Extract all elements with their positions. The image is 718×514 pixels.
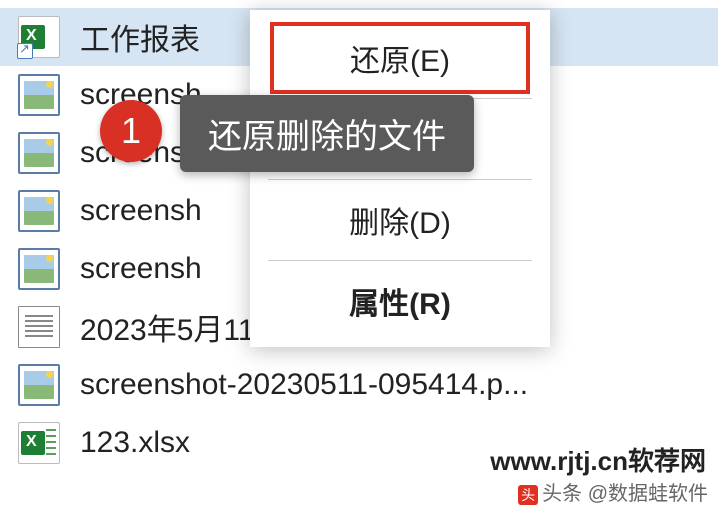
text-file-icon bbox=[18, 306, 60, 348]
image-file-icon bbox=[18, 364, 60, 406]
file-name: screensh bbox=[80, 194, 202, 228]
menu-item-delete[interactable]: 删除(D) bbox=[250, 184, 550, 256]
file-name: screensh bbox=[80, 252, 202, 286]
context-menu: 还原(E) 剪切(T) 删除(D) 属性(R) bbox=[250, 10, 550, 347]
image-file-icon bbox=[18, 248, 60, 290]
step-number-badge: 1 bbox=[100, 100, 162, 162]
image-file-icon bbox=[18, 190, 60, 232]
menu-item-properties[interactable]: 属性(R) bbox=[250, 265, 550, 337]
watermark-source: 头头条 @数据蛙软件 bbox=[518, 477, 708, 506]
image-file-icon bbox=[18, 132, 60, 174]
toutiao-logo-icon: 头 bbox=[518, 485, 538, 505]
file-name: 123.xlsx bbox=[80, 426, 190, 460]
excel-shortcut-icon bbox=[18, 16, 60, 58]
file-row[interactable]: screenshot-20230511-095414.p... bbox=[0, 356, 718, 414]
watermark-site: www.rjtj.cn软荐网 bbox=[490, 441, 706, 478]
file-name: 工作报表 bbox=[80, 15, 200, 59]
annotation-tooltip: 还原删除的文件 bbox=[180, 95, 474, 172]
menu-separator bbox=[268, 179, 532, 180]
file-name: screenshot-20230511-095414.p... bbox=[80, 368, 528, 402]
menu-separator bbox=[268, 260, 532, 261]
watermark-source-text: 头条 @数据蛙软件 bbox=[542, 483, 708, 505]
excel-file-icon bbox=[18, 422, 60, 464]
menu-item-restore[interactable]: 还原(E) bbox=[270, 22, 530, 94]
image-file-icon bbox=[18, 74, 60, 116]
